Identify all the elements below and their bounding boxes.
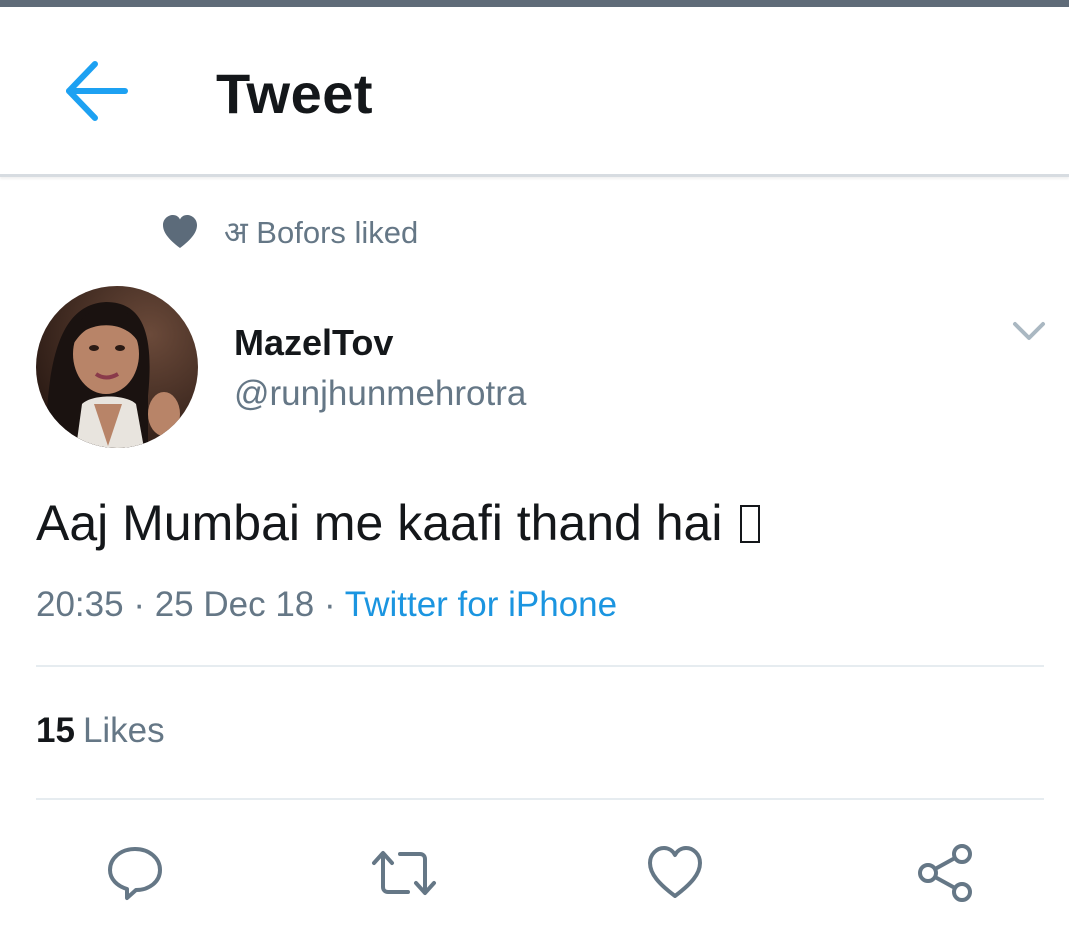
reply-button[interactable] xyxy=(100,838,170,908)
social-context-text: अ Bofors liked xyxy=(224,215,419,250)
likes-count: 15 xyxy=(36,711,75,750)
share-button[interactable] xyxy=(910,838,980,908)
tweet-date: 25 Dec 18 xyxy=(154,585,315,624)
status-bar xyxy=(0,0,1069,7)
divider xyxy=(36,798,1044,800)
tweet-text: Aaj Mumbai me kaafi thand hai xyxy=(36,494,761,552)
likes-stat[interactable]: 15 Likes xyxy=(36,711,165,751)
tweet-options-button[interactable] xyxy=(1006,312,1052,350)
like-button[interactable] xyxy=(640,838,710,908)
meta-separator: · xyxy=(133,585,145,624)
top-app-bar: Tweet xyxy=(0,7,1069,177)
arrow-left-icon xyxy=(66,61,128,121)
back-button[interactable] xyxy=(56,55,136,127)
chevron-down-icon xyxy=(1013,322,1045,340)
heart-filled-icon xyxy=(163,215,197,248)
page-title: Tweet xyxy=(216,62,374,125)
divider xyxy=(36,665,1044,667)
tweet-text-content: Aaj Mumbai me kaafi thand hai xyxy=(36,495,723,551)
avatar[interactable] xyxy=(36,286,198,448)
tweet-metadata: 20:35 · 25 Dec 18 · Twitter for iPhone xyxy=(36,585,617,625)
social-context[interactable]: अ Bofors liked xyxy=(160,210,418,254)
share-icon xyxy=(918,844,972,902)
author-name[interactable]: MazelTov xyxy=(234,322,393,364)
retweet-button[interactable] xyxy=(369,838,439,908)
profile-photo xyxy=(36,286,198,448)
tweet-time: 20:35 xyxy=(36,585,124,624)
tweet-source-link[interactable]: Twitter for iPhone xyxy=(345,585,617,624)
retweet-icon xyxy=(372,851,436,895)
heart-outline-icon xyxy=(648,846,702,898)
meta-separator: · xyxy=(324,585,336,624)
reply-icon xyxy=(108,847,162,900)
author-handle[interactable]: @runjhunmehrotra xyxy=(234,374,526,414)
likes-label: Likes xyxy=(82,711,165,750)
missing-emoji-glyph xyxy=(740,505,761,543)
